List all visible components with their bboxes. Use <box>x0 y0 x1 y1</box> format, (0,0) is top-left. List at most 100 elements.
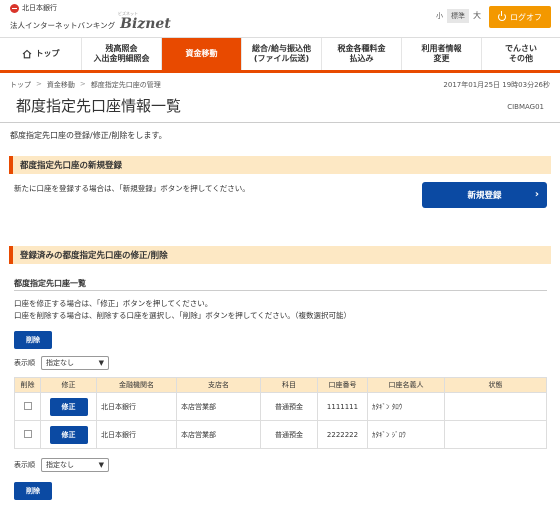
sort-label: 表示順 <box>14 461 35 469</box>
holder-cell: ｶﾀｷﾞﾝ ﾀﾛｳ <box>367 392 445 421</box>
nav-balance-inquiry[interactable]: 残高照会 入出金明細照会 <box>82 38 162 70</box>
table-header-row: 削除 修正 金融機関名 支店名 科目 口座番号 口座名義人 状態 <box>14 377 547 393</box>
nav-label-line2: 払込み <box>349 54 374 63</box>
nav-user-settings[interactable]: 利用者情報 変更 <box>402 38 482 70</box>
breadcrumb-fund-transfer[interactable]: 資金移動 <box>47 80 75 90</box>
nav-label-line1: 総合/給与振込他 <box>252 44 311 53</box>
delete-cell <box>14 392 41 421</box>
list-heading-divider <box>14 290 547 291</box>
new-registration-button[interactable]: 新規登録 › <box>422 182 547 208</box>
chevron-down-icon: ▼ <box>98 461 104 469</box>
status-cell <box>444 420 547 449</box>
timestamp: 2017年01月25日 19時03分26秒 <box>443 81 550 89</box>
account-cell: 2222222 <box>317 420 368 449</box>
breadcrumb-current: 都度指定先口座の管理 <box>90 81 161 89</box>
sort-row-bottom: 表示順 指定なし ▼ <box>14 458 109 472</box>
font-size-standard[interactable]: 標準 <box>447 8 469 23</box>
nav-densai-other[interactable]: でんさい その他 <box>482 38 560 70</box>
col-account: 口座番号 <box>317 377 368 393</box>
bank-name: 北日本銀行 <box>10 3 171 13</box>
nav-bulk-transfer[interactable]: 総合/給与振込他 (ファイル伝送) <box>242 38 322 70</box>
nav-label-line2: 変更 <box>433 54 450 63</box>
sort-label: 表示順 <box>14 359 35 367</box>
type-cell: 普通預金 <box>260 392 318 421</box>
new-registration-text: 新たに口座を登録する場合は、「新規登録」ボタンを押してください。 <box>14 184 250 193</box>
new-registration-heading: 都度指定先口座の新規登録 <box>9 156 551 174</box>
edit-button[interactable]: 修正 <box>49 425 88 444</box>
bank-cell: 北日本銀行 <box>96 392 177 421</box>
nav-label-line1: 資金移動 <box>185 49 218 58</box>
page-title: 都度指定先口座情報一覧 <box>16 97 182 115</box>
table-row: 修正 北日本銀行 本店営業部 普通預金 1111111 ｶﾀｷﾞﾝ ﾀﾛｳ <box>14 392 547 421</box>
branch-cell: 本店営業部 <box>176 420 261 449</box>
delete-instruction: 口座を削除する場合は、削除する口座を選択し、「削除」ボタンを押してください。（複… <box>14 311 352 320</box>
font-size-large[interactable]: 大 <box>469 8 485 23</box>
nav-tax-payment[interactable]: 税金各種料金 払込み <box>322 38 402 70</box>
logo[interactable]: 北日本銀行 法人インターネットバンキング Biznet <box>10 3 171 31</box>
account-cell: 1111111 <box>317 392 368 421</box>
edit-cell: 修正 <box>40 392 97 421</box>
chevron-down-icon: ▼ <box>98 359 104 367</box>
nav-label-line2: その他 <box>509 54 533 63</box>
type-cell: 普通預金 <box>260 420 318 449</box>
col-holder: 口座名義人 <box>367 377 445 393</box>
col-delete: 削除 <box>14 377 41 393</box>
product-brand: Biznet <box>120 16 171 32</box>
power-icon <box>498 11 506 21</box>
nav-label-line1: 利用者情報 <box>421 44 462 53</box>
breadcrumb-top[interactable]: トップ <box>10 80 31 90</box>
holder-cell: ｶﾀｷﾞﾝ ｼﾞﾛｳ <box>367 420 445 449</box>
nav-label-line1: でんさい <box>505 44 537 53</box>
screen-id: CIBMAG01 <box>507 103 544 111</box>
delete-label: 削除 <box>26 487 40 495</box>
edit-cell: 修正 <box>40 420 97 449</box>
bank-cell: 北日本銀行 <box>96 420 177 449</box>
breadcrumb-separator: > <box>36 80 42 88</box>
product-name: 法人インターネットバンキング Biznet <box>10 17 171 31</box>
breadcrumb-separator: > <box>79 80 86 88</box>
logout-button[interactable]: ログオフ <box>489 6 551 28</box>
chevron-right-icon: › <box>534 189 539 200</box>
nav-home[interactable]: トップ <box>0 38 82 70</box>
nav-home-label: トップ <box>35 49 60 58</box>
edit-button[interactable]: 修正 <box>49 397 88 416</box>
col-bank: 金融機関名 <box>96 377 177 393</box>
nav-label-line1: 残高照会 <box>105 44 138 53</box>
status-cell <box>444 392 547 421</box>
nav-fund-transfer[interactable]: 資金移動 <box>162 38 242 70</box>
new-registration-label: 新規登録 <box>467 191 502 201</box>
delete-cell <box>14 420 41 449</box>
breadcrumb: トップ > 資金移動 > 都度指定先口座の管理 <box>10 80 166 90</box>
main-nav: トップ 残高照会 入出金明細照会 資金移動 総合/給与振込他 (ファイル伝送) 税金… <box>0 37 560 73</box>
account-list-heading: 都度指定先口座一覧 <box>14 279 86 288</box>
nav-label-line1: 税金各種料金 <box>337 44 386 53</box>
col-edit: 修正 <box>40 377 97 393</box>
product-jp: 法人インターネットバンキング <box>10 21 116 30</box>
header: 北日本銀行 法人インターネットバンキング Biznet ビズネット 小 標準 大… <box>0 0 560 37</box>
sort-value: 指定なし <box>46 359 74 367</box>
delete-button-bottom[interactable]: 削除 <box>14 482 52 500</box>
sort-value: 指定なし <box>46 461 74 469</box>
logout-label: ログオフ <box>510 12 542 22</box>
page-description: 都度指定先口座の登録/修正/削除をします。 <box>10 131 167 140</box>
nav-label-line2: (ファイル伝送) <box>253 54 310 63</box>
delete-button-top[interactable]: 削除 <box>14 331 52 349</box>
table-row: 修正 北日本銀行 本店営業部 普通預金 2222222 ｶﾀｷﾞﾝ ｼﾞﾛｳ <box>14 420 547 449</box>
delete-checkbox[interactable] <box>23 429 32 438</box>
col-branch: 支店名 <box>176 377 261 393</box>
sort-select-top[interactable]: 指定なし ▼ <box>41 356 109 370</box>
bank-logo-icon <box>10 3 19 13</box>
delete-checkbox[interactable] <box>23 401 32 410</box>
edit-instruction: 口座を修正する場合は、「修正」ボタンを押してください。 <box>14 299 213 308</box>
col-type: 科目 <box>260 377 318 393</box>
edit-delete-heading: 登録済みの都度指定先口座の修正/削除 <box>9 246 551 264</box>
home-icon <box>22 49 31 59</box>
product-ruby: ビズネット <box>118 11 138 16</box>
font-size-switcher: 小 標準 大 <box>432 8 485 23</box>
delete-label: 削除 <box>26 336 40 344</box>
sort-row-top: 表示順 指定なし ▼ <box>14 356 109 370</box>
col-status: 状態 <box>444 377 547 393</box>
font-size-small[interactable]: 小 <box>432 9 447 23</box>
title-divider <box>0 122 560 123</box>
sort-select-bottom[interactable]: 指定なし ▼ <box>41 458 109 472</box>
